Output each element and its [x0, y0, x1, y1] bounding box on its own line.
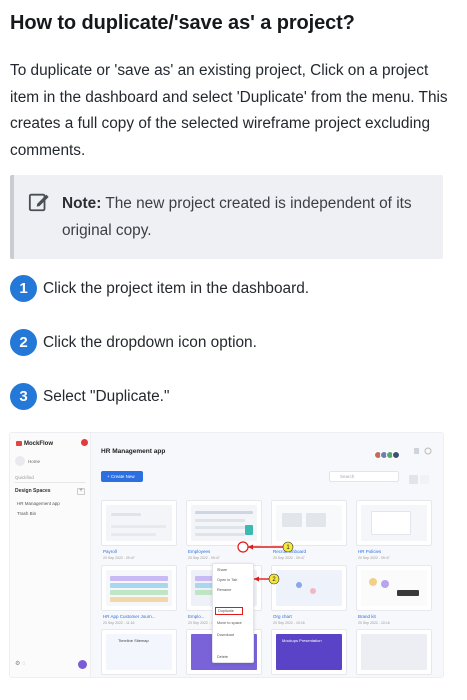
- project-card[interactable]: Timeline Sitemap: [101, 629, 177, 675]
- step-2: 2 Click the dropdown icon option.: [10, 329, 257, 356]
- step-3: 3 Select "Duplicate.": [10, 383, 169, 410]
- step-number-badge: 2: [10, 329, 37, 356]
- dashboard-main: HR Management app + Create New Search Pa…: [91, 433, 443, 677]
- note-label: Note:: [62, 195, 102, 212]
- project-card[interactable]: [356, 629, 432, 675]
- note-callout: Note: The new project created is indepen…: [10, 175, 443, 259]
- step-1: 1 Click the project item in the dashboar…: [10, 275, 309, 302]
- design-spaces-heading: Design Spaces: [15, 488, 51, 494]
- project-card[interactable]: Mockups Presentation: [271, 629, 347, 675]
- note-text: Note: The new project created is indepen…: [62, 190, 437, 244]
- space-title: HR Management app: [101, 448, 166, 455]
- mockflow-logo: MockFlow: [16, 441, 53, 447]
- app-screenshot: MockFlow Home Quickfind Design Spaces + …: [10, 433, 443, 677]
- notification-dot: [81, 439, 88, 446]
- project-card[interactable]: [101, 500, 177, 546]
- collaborator-avatars: [374, 446, 400, 464]
- menu-item-rename[interactable]: Rename: [217, 588, 231, 592]
- step-text: Select "Duplicate.": [43, 387, 170, 405]
- sidebar-item-trash[interactable]: Trash Bin: [17, 511, 36, 516]
- edit-note-icon: [28, 193, 49, 212]
- sidebar-search[interactable]: Quickfind: [15, 475, 85, 483]
- note-body: The new project created is independent o…: [62, 195, 412, 239]
- toolbar-icons[interactable]: [413, 447, 433, 455]
- avatar[interactable]: [78, 660, 87, 669]
- help-article: How to duplicate/'save as' a project? To…: [0, 0, 467, 700]
- sidebar-footer: ⚙ ◌: [15, 660, 87, 670]
- step-text: Click the project item in the dashboard.: [43, 279, 310, 297]
- page-title: How to duplicate/'save as' a project?: [10, 12, 355, 34]
- settings-icon[interactable]: ⚙ ◌: [15, 661, 26, 667]
- project-title[interactable]: HR Policies 20 Sep 2022 - 09:47: [358, 549, 434, 560]
- menu-item-move[interactable]: Move to space: [217, 621, 242, 625]
- project-title[interactable]: HR App Customer Journ... 20 Sep 2022 - 11…: [103, 614, 179, 625]
- menu-item-download[interactable]: Download: [217, 633, 234, 637]
- search-input[interactable]: Search: [329, 471, 399, 482]
- app-sidebar: MockFlow Home Quickfind Design Spaces + …: [10, 433, 91, 677]
- sidebar-home[interactable]: Home: [15, 456, 85, 466]
- view-toggle[interactable]: [409, 471, 431, 484]
- add-space-button[interactable]: +: [77, 488, 85, 495]
- annotation-callouts: 1 2: [237, 541, 294, 585]
- menu-item-duplicate[interactable]: Duplicate: [215, 607, 243, 615]
- sidebar-item-hr-management[interactable]: HR Management app: [17, 501, 60, 506]
- create-new-button[interactable]: + Create New: [101, 471, 143, 482]
- step-number-badge: 1: [10, 275, 37, 302]
- step-number-badge: 3: [10, 383, 37, 410]
- project-title[interactable]: Org chart 20 Sep 2022 - 10:16: [273, 614, 349, 625]
- intro-paragraph: To duplicate or 'save as' an existing pr…: [10, 62, 448, 159]
- dropdown-icon-highlight: [237, 541, 249, 553]
- project-card[interactable]: [356, 500, 432, 546]
- menu-item-delete[interactable]: Delete: [217, 655, 228, 659]
- step-text: Click the dropdown icon option.: [43, 333, 257, 351]
- project-card[interactable]: [356, 565, 432, 611]
- home-icon: [15, 456, 25, 466]
- project-title[interactable]: Payroll 20 Sep 2022 - 09:47: [103, 549, 179, 560]
- project-title[interactable]: Brand kit 20 Sep 2022 - 10:16: [358, 614, 434, 625]
- project-card[interactable]: [101, 565, 177, 611]
- menu-item-share[interactable]: Share: [217, 568, 227, 572]
